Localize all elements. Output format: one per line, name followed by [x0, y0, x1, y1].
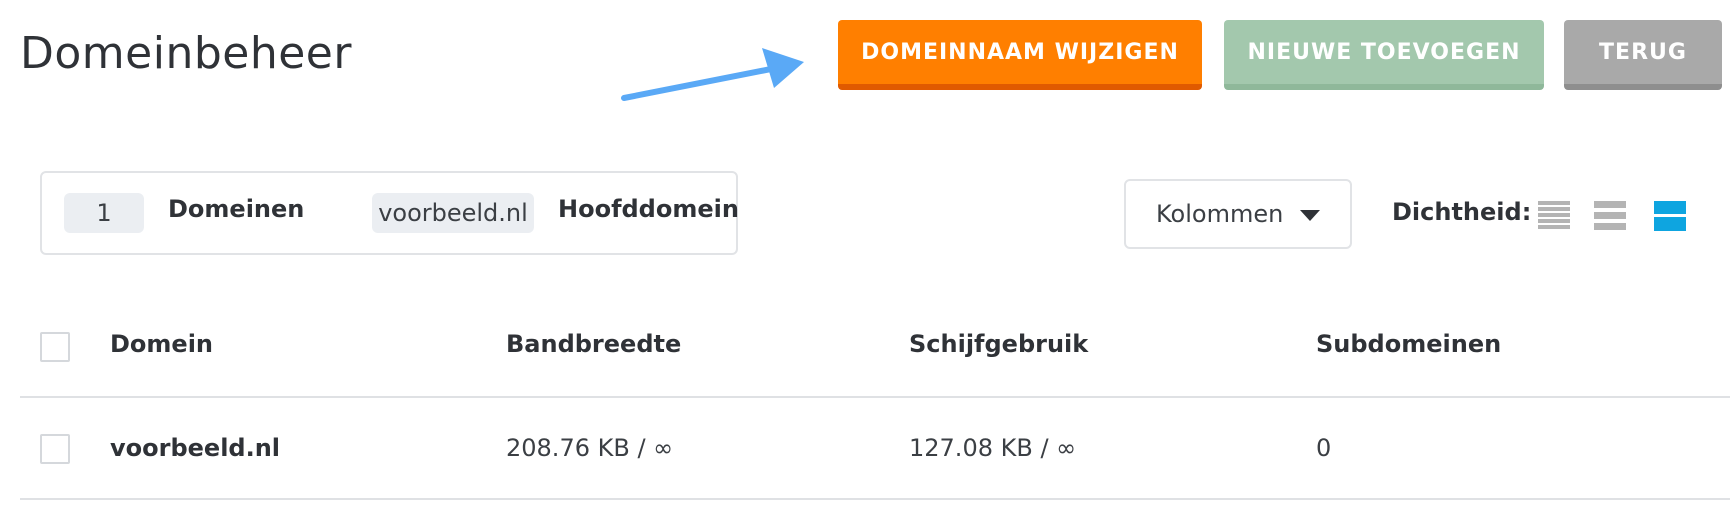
columns-dropdown[interactable]: Kolommen — [1124, 179, 1352, 249]
change-domain-button-label: DOMEINNAAM WIJZIGEN — [861, 39, 1179, 65]
column-header-domain[interactable]: Domein — [110, 330, 213, 358]
back-button-label: TERUG — [1599, 39, 1687, 65]
domain-summary: 1 Domeinen voorbeeld.nl Hoofddomein — [40, 171, 739, 255]
column-header-subdomains[interactable]: Subdomeinen — [1316, 330, 1501, 358]
add-new-button-label: NIEUWE TOEVOEGEN — [1247, 39, 1521, 65]
add-new-button[interactable]: NIEUWE TOEVOEGEN — [1224, 20, 1544, 90]
columns-dropdown-label: Kolommen — [1156, 200, 1284, 228]
row-checkbox[interactable] — [40, 434, 70, 464]
density-label: Dichtheid: — [1392, 198, 1532, 226]
main-domain-label: Hoofddomein — [558, 195, 739, 223]
table-header: Domein Bandbreedte Schijfgebruik Subdome… — [20, 322, 1730, 398]
page-title: Domeinbeheer — [20, 28, 352, 79]
main-domain-badge: voorbeeld.nl — [372, 193, 534, 233]
domain-count-badge: 1 — [64, 193, 144, 233]
column-header-bandwidth[interactable]: Bandbreedte — [506, 330, 681, 358]
back-button[interactable]: TERUG — [1564, 20, 1722, 90]
cell-disk-usage: 127.08 KB / ∞ — [909, 434, 1077, 462]
select-all-checkbox[interactable] — [40, 332, 70, 362]
annotation-arrow-icon — [621, 48, 804, 101]
domain-count-label: Domeinen — [168, 195, 305, 223]
column-header-disk-usage[interactable]: Schijfgebruik — [909, 330, 1088, 358]
table-row: voorbeeld.nl 208.76 KB / ∞ 127.08 KB / ∞… — [20, 416, 1730, 500]
cell-domain[interactable]: voorbeeld.nl — [110, 434, 280, 462]
density-compact-icon[interactable] — [1538, 200, 1570, 232]
domain-management-page: Domeinbeheer DOMEINNAAM WIJZIGEN NIEUWE … — [0, 0, 1736, 518]
cell-bandwidth: 208.76 KB / ∞ — [506, 434, 674, 462]
cell-subdomains: 0 — [1316, 434, 1332, 462]
change-domain-button[interactable]: DOMEINNAAM WIJZIGEN — [838, 20, 1202, 90]
caret-down-icon — [1300, 210, 1320, 221]
density-wide-icon[interactable] — [1654, 200, 1686, 232]
density-medium-icon[interactable] — [1594, 200, 1626, 232]
